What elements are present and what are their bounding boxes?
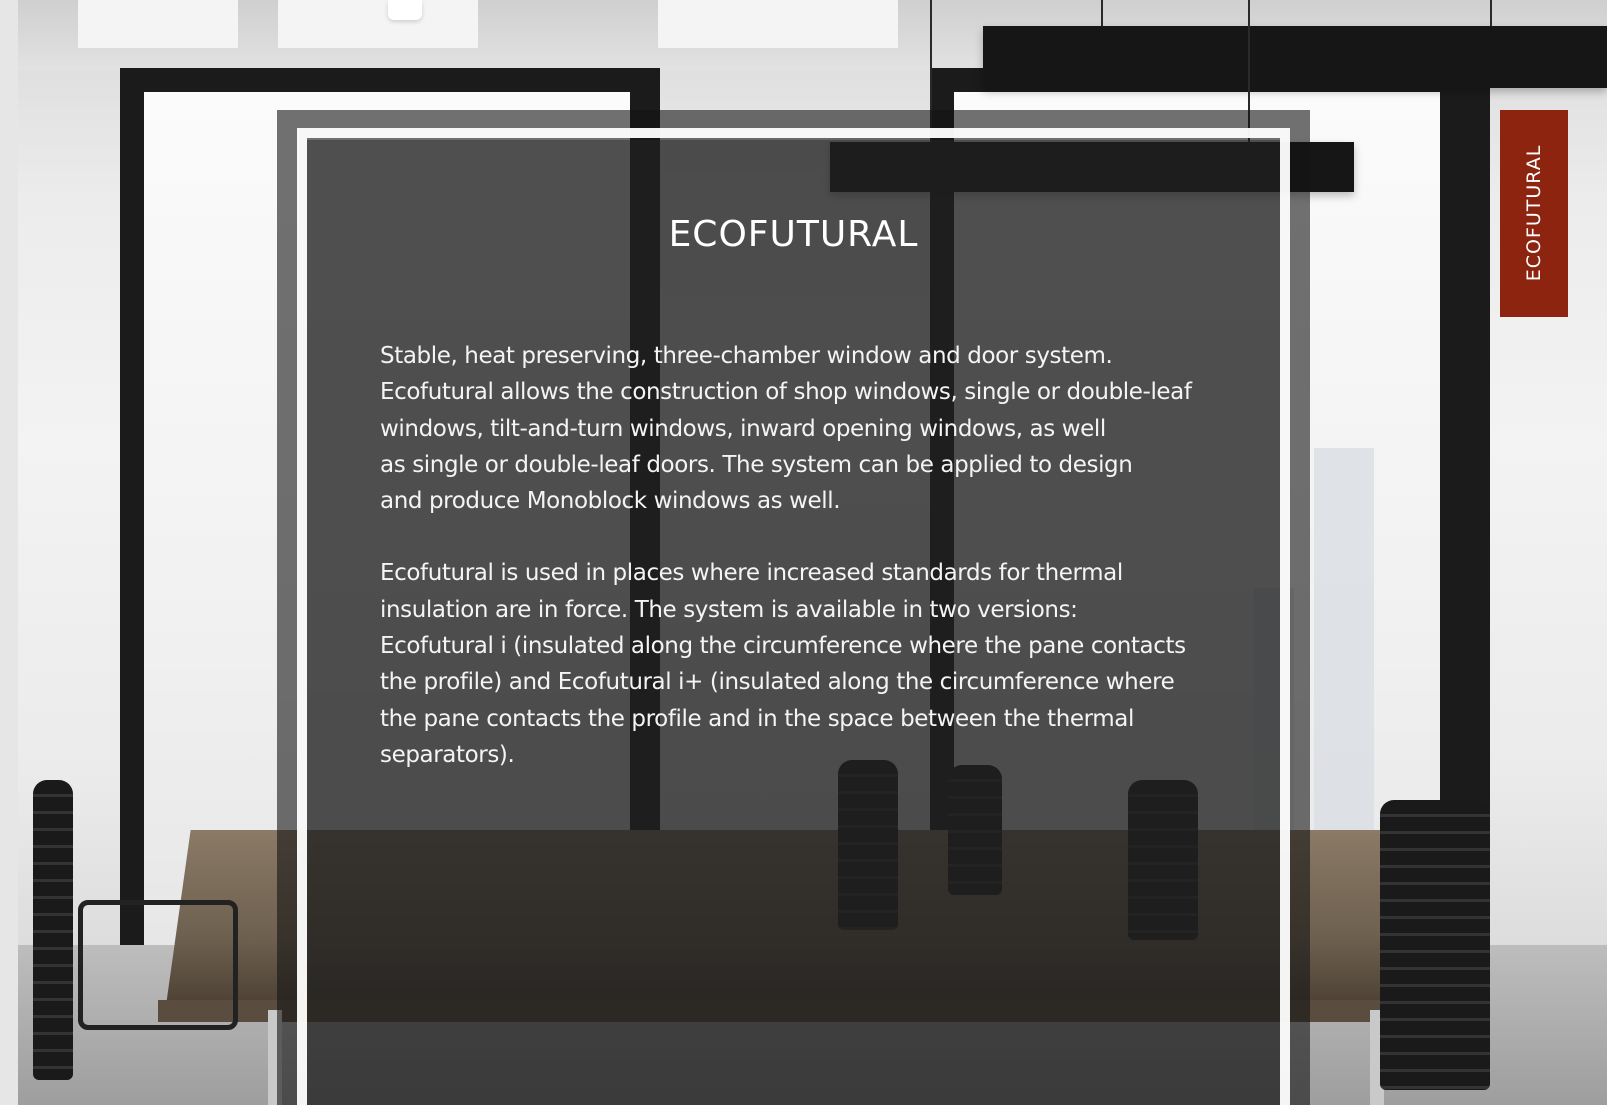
page-edge — [0, 0, 19, 1105]
section-tab-label: ECOFUTURAL — [1523, 144, 1545, 282]
chair-frame — [78, 900, 238, 1030]
office-chair — [33, 780, 73, 1080]
text-line: and produce Monoblock windows as well. — [380, 488, 841, 515]
ceiling-panel — [78, 0, 238, 48]
paragraph-1: Stable, heat preserving, three-chamber w… — [380, 338, 1210, 519]
ceiling-panel — [278, 0, 478, 48]
office-chair — [1380, 800, 1490, 1090]
ceiling-panel — [658, 0, 898, 48]
text-line: insulation are in force. The system is a… — [380, 596, 1078, 623]
paragraph-2: Ecofutural is used in places where incre… — [380, 555, 1210, 773]
text-line: Ecofutural i (insulated along the circum… — [380, 633, 1186, 660]
section-tab[interactable]: ECOFUTURAL — [1500, 110, 1568, 317]
description-text: Stable, heat preserving, three-chamber w… — [380, 338, 1210, 773]
text-line: Ecofutural is used in places where incre… — [380, 560, 1123, 587]
text-line: windows, tilt-and-turn windows, inward o… — [380, 415, 1106, 442]
pendant-light — [983, 26, 1607, 88]
text-line: Ecofutural allows the construction of sh… — [380, 379, 1192, 406]
text-line: the profile) and Ecofutural i+ (insulate… — [380, 669, 1175, 696]
text-line: separators). — [380, 741, 515, 768]
text-line: Stable, heat preserving, three-chamber w… — [380, 343, 1113, 369]
brochure-page: ECOFUTURAL Stable, heat preserving, thre… — [0, 0, 1607, 1105]
ceiling-light — [388, 0, 422, 20]
page-title: ECOFUTURAL — [668, 214, 919, 255]
text-line: the pane contacts the profile and in the… — [380, 705, 1134, 732]
text-line: as single or double-leaf doors. The syst… — [380, 451, 1133, 478]
